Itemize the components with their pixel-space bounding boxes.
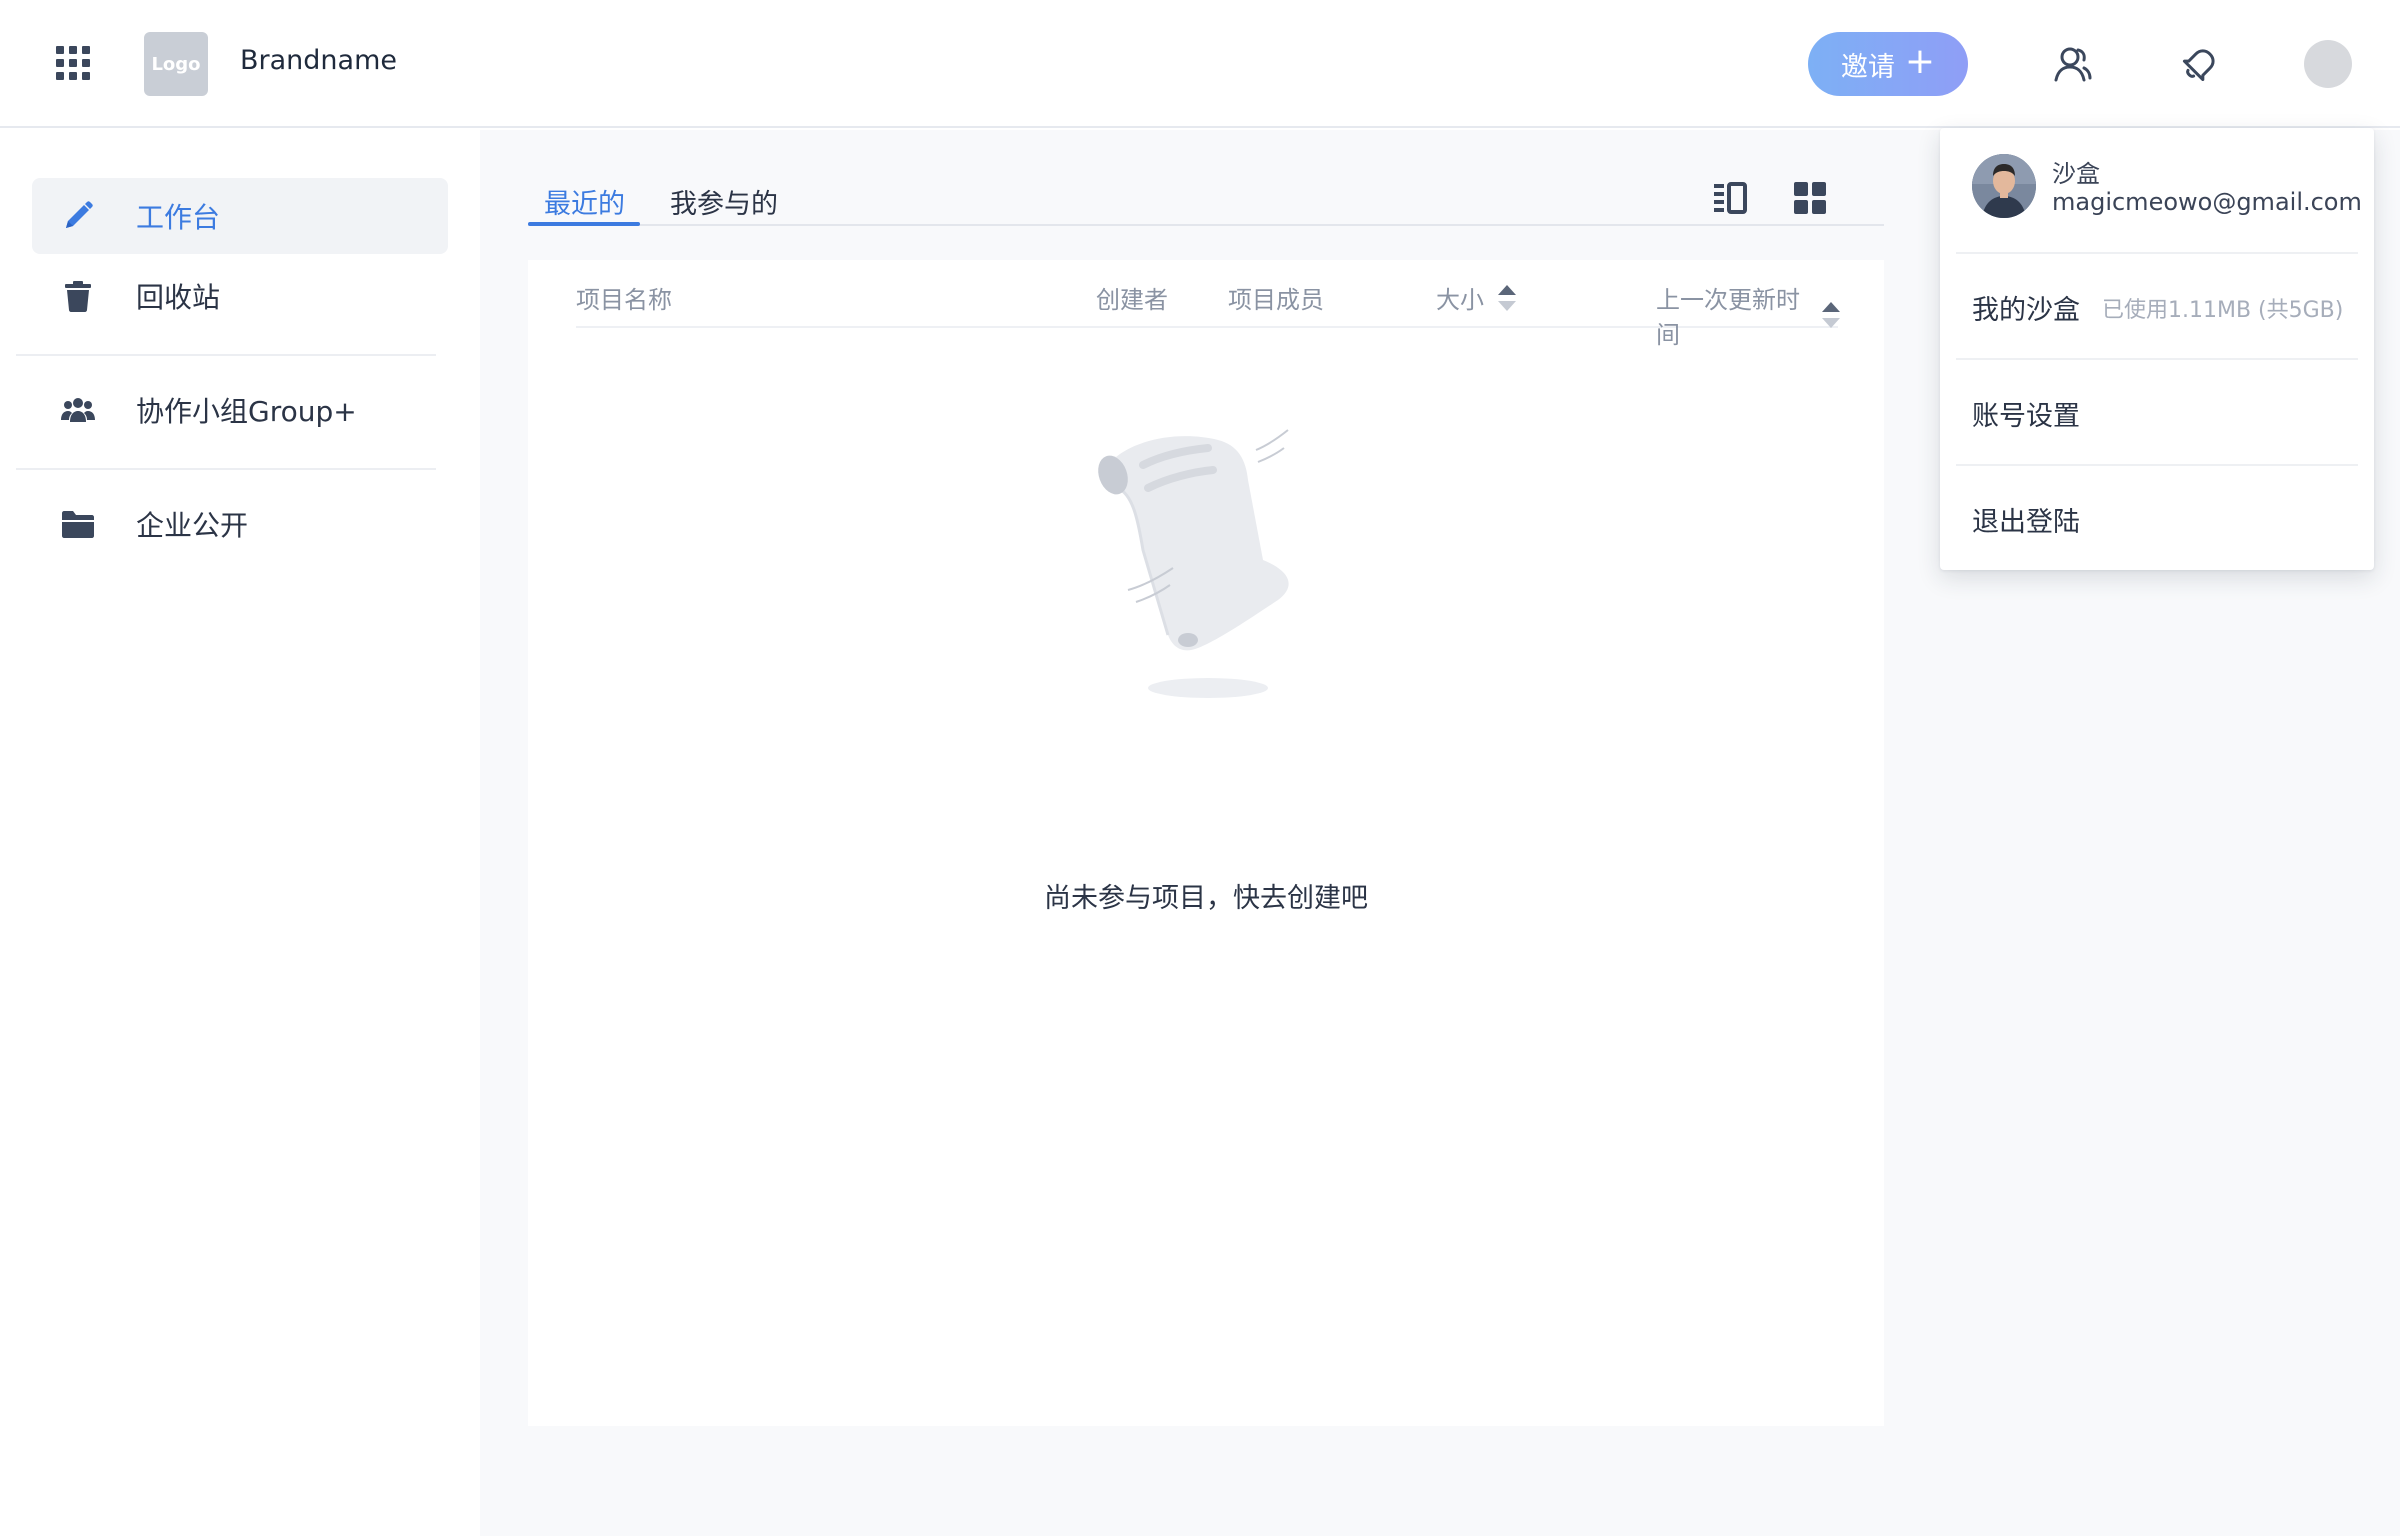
sidebar-item-trash[interactable]: 回收站	[32, 258, 448, 334]
trash-icon	[65, 281, 91, 312]
sidebar-item-label: 协作小组Group+	[136, 395, 357, 428]
invite-label: 邀请	[1840, 51, 1895, 83]
my-sandbox-item[interactable]: 我的沙盒	[1972, 288, 2080, 327]
profile-avatar	[1972, 154, 2036, 218]
table-header: 项目名称 创建者 项目成员 大小 上一次更新时间	[576, 260, 1840, 349]
brand-name: Brandname	[240, 45, 397, 76]
list-view-icon[interactable]	[1712, 180, 1748, 216]
users-icon	[61, 398, 95, 422]
sidebar-divider	[16, 468, 436, 470]
top-header: Logo Brandname 邀请 +	[0, 0, 2400, 128]
active-tab-indicator	[528, 222, 640, 226]
plus-icon: +	[1904, 41, 1936, 82]
sidebar-item-label: 工作台	[136, 201, 221, 234]
logout-item[interactable]: 退出登陆	[1972, 500, 2080, 539]
profile-email: magicmeowo@gmail.com	[2052, 188, 2362, 216]
sidebar: 工作台 回收站 协作小组Group+ 企业公开	[0, 130, 480, 1536]
menu-divider	[1956, 358, 2358, 360]
grid-view-icon[interactable]	[1792, 180, 1828, 216]
sort-icon[interactable]	[1821, 300, 1840, 330]
profile-name: 沙盒	[2052, 160, 2100, 188]
folder-icon	[62, 511, 94, 538]
sidebar-item-label: 回收站	[136, 281, 221, 314]
sort-icon[interactable]	[1498, 283, 1516, 313]
account-settings-item[interactable]: 账号设置	[1972, 394, 2080, 433]
person-photo-icon	[1972, 154, 2036, 218]
contacts-icon[interactable]	[2048, 40, 2096, 88]
user-menu-dropdown: 沙盒 magicmeowo@gmail.com 我的沙盒 已使用1.11MB (…	[1940, 128, 2374, 570]
column-header-creator: 创建者	[1096, 286, 1168, 314]
empty-scroll-illustration	[1098, 429, 1289, 698]
bell-icon[interactable]	[2176, 40, 2224, 88]
tab-recent[interactable]: 最近的	[544, 182, 625, 221]
logo: Logo	[144, 32, 208, 96]
tab-participated[interactable]: 我参与的	[670, 182, 778, 221]
user-avatar[interactable]	[2304, 40, 2352, 88]
column-header-members: 项目成员	[1228, 286, 1324, 314]
sidebar-item-group[interactable]: 协作小组Group+	[32, 372, 448, 448]
tab-bar: 最近的 我参与的	[528, 178, 1884, 226]
invite-button[interactable]: 邀请 +	[1808, 32, 1968, 96]
sidebar-item-workbench[interactable]: 工作台	[32, 178, 448, 254]
sidebar-divider	[16, 354, 436, 356]
storage-usage: 已使用1.11MB (共5GB)	[2102, 298, 2344, 323]
menu-divider	[1956, 252, 2358, 254]
empty-state-message: 尚未参与项目，快去创建吧	[1044, 883, 1368, 914]
sidebar-item-enterprise[interactable]: 企业公开	[32, 486, 448, 562]
pencil-icon	[66, 201, 93, 228]
column-header-size[interactable]: 大小	[1436, 280, 1516, 315]
column-header-updated[interactable]: 上一次更新时间	[1656, 280, 1840, 350]
apps-grid-icon[interactable]	[56, 46, 90, 80]
menu-divider	[1956, 464, 2358, 466]
column-header-name: 项目名称	[576, 286, 672, 314]
project-table: 项目名称 创建者 项目成员 大小 上一次更新时间 尚未参与项目，快去创建吧	[528, 260, 1884, 1426]
sidebar-item-label: 企业公开	[136, 509, 249, 542]
